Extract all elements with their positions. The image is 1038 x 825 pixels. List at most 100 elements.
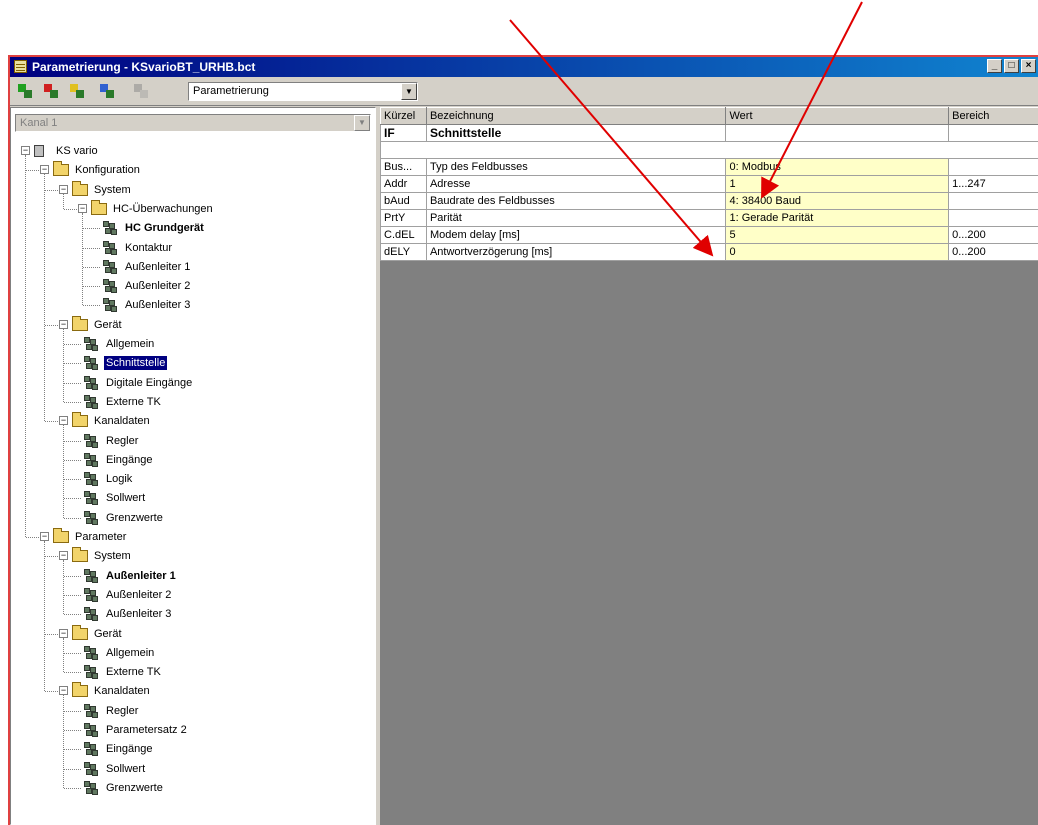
cell-value[interactable]: 5 bbox=[725, 226, 950, 244]
cell-range: 0...200 bbox=[948, 243, 1038, 261]
collapse-toggle-icon[interactable]: − bbox=[40, 165, 49, 175]
mode-dropdown[interactable]: Parametrierung ▼ bbox=[188, 82, 418, 101]
channel-dropdown[interactable]: Kanal 1 ▼ bbox=[15, 114, 371, 132]
tree-folder[interactable]: − Gerät bbox=[11, 624, 375, 643]
tree-item[interactable]: Außenleiter 3 bbox=[11, 605, 375, 623]
tree-item[interactable]: Außenleiter 3 bbox=[11, 296, 375, 314]
collapse-toggle-icon[interactable]: − bbox=[59, 686, 68, 696]
cell-code: Addr bbox=[380, 175, 427, 193]
tree-item[interactable]: Allgemein bbox=[11, 644, 375, 662]
cell-range bbox=[948, 209, 1038, 227]
minimize-button[interactable]: _ bbox=[987, 59, 1002, 73]
column-header-value[interactable]: Wert bbox=[725, 107, 950, 125]
parameter-row[interactable]: C.dEL Modem delay [ms] 5 0...200 bbox=[380, 226, 1038, 244]
title-bar[interactable]: Parametrierung - KSvarioBT_URHB.bct _ □ … bbox=[10, 57, 1038, 77]
tree-item[interactable]: Grenzwerte bbox=[11, 779, 375, 797]
tree-folder[interactable]: − Konfiguration bbox=[11, 161, 375, 179]
maximize-button[interactable]: □ bbox=[1004, 59, 1019, 73]
cell-value[interactable]: 4: 38400 Baud bbox=[725, 192, 950, 210]
collapse-toggle-icon[interactable]: − bbox=[78, 203, 87, 213]
tree-item[interactable]: Grenzwerte bbox=[11, 509, 375, 527]
parameter-row[interactable]: Bus... Typ des Feldbusses 0: Modbus bbox=[380, 158, 1038, 176]
tree-item[interactable]: Außenleiter 1 bbox=[11, 567, 375, 585]
folder-icon bbox=[72, 624, 88, 640]
tree-item[interactable]: Regler bbox=[11, 702, 375, 720]
tree-folder[interactable]: − HC-Überwachungen bbox=[11, 199, 375, 218]
cell-value[interactable]: 0: Modbus bbox=[725, 158, 950, 176]
parameter-node-icon bbox=[84, 645, 100, 660]
tree-item-label: Sollwert bbox=[106, 492, 146, 505]
chevron-down-icon[interactable]: ▼ bbox=[354, 115, 370, 131]
tree-item[interactable]: Außenleiter 1 bbox=[11, 258, 375, 276]
parameter-row[interactable]: dELY Antwortverzögerung [ms] 0 0...200 bbox=[380, 243, 1038, 261]
tree-item[interactable]: Eingänge bbox=[11, 451, 375, 469]
tree-item-label: Parametersatz 2 bbox=[106, 724, 187, 736]
tree-folder[interactable]: − Kanaldaten bbox=[11, 682, 375, 700]
section-name: Schnittstelle bbox=[425, 124, 727, 142]
parameter-grid-pane: Kürzel Bezeichnung Wert Bereich IF Schni… bbox=[380, 107, 1038, 825]
copy-icon[interactable] bbox=[134, 84, 150, 98]
tree-item-label: Kanaldaten bbox=[94, 415, 150, 428]
cell-value[interactable]: 0 bbox=[725, 243, 950, 261]
collapse-toggle-icon[interactable]: − bbox=[59, 551, 68, 561]
tree-item[interactable]: Allgemein bbox=[11, 335, 375, 353]
tree-item-label: Außenleiter 2 bbox=[106, 588, 172, 601]
tree-item[interactable]: Externe TK bbox=[11, 393, 375, 411]
tree-item-label: Außenleiter 2 bbox=[125, 280, 191, 293]
tree-item[interactable]: Sollwert bbox=[11, 760, 375, 778]
tree-item[interactable]: Eingänge bbox=[11, 740, 375, 758]
collapse-toggle-icon[interactable]: − bbox=[59, 628, 68, 638]
tree-item[interactable]: Außenleiter 2 bbox=[11, 586, 375, 604]
tree-connector bbox=[64, 730, 81, 731]
tree-item-label: Regler bbox=[106, 434, 139, 447]
collapse-toggle-icon[interactable]: − bbox=[59, 319, 68, 329]
tree-item[interactable]: Parametersatz 2 bbox=[11, 721, 375, 739]
tree-item[interactable]: Regler bbox=[11, 432, 375, 450]
tree-item-label: Regler bbox=[106, 704, 139, 717]
transfer-icon[interactable] bbox=[100, 84, 116, 98]
cell-value[interactable]: 1: Gerade Parität bbox=[725, 209, 950, 227]
section-row: IF Schnittstelle bbox=[380, 124, 1038, 142]
parameter-row[interactable]: Addr Adresse 1 1...247 bbox=[380, 175, 1038, 193]
tree-folder[interactable]: − Kanaldaten bbox=[11, 412, 375, 430]
cell-name: Adresse bbox=[425, 175, 727, 193]
collapse-toggle-icon[interactable]: − bbox=[21, 146, 30, 155]
tree-connector bbox=[64, 382, 81, 384]
close-button[interactable]: × bbox=[1021, 59, 1036, 73]
column-header-range[interactable]: Bereich bbox=[948, 107, 1038, 125]
tree-item[interactable]: Sollwert bbox=[11, 489, 375, 507]
tree-item[interactable]: Digitale Eingänge bbox=[11, 374, 375, 392]
tree-folder[interactable]: − Parameter bbox=[11, 528, 375, 546]
tree-item-label: Kanaldaten bbox=[94, 685, 150, 698]
collapse-toggle-icon[interactable]: − bbox=[59, 184, 68, 194]
parameter-node-icon bbox=[103, 259, 119, 274]
parameter-row[interactable]: bAud Baudrate des Feldbusses 4: 38400 Baud bbox=[380, 192, 1038, 210]
tree-folder[interactable]: − System bbox=[11, 180, 375, 199]
cell-value[interactable]: 1 bbox=[725, 175, 950, 193]
tree-folder[interactable]: − Gerät bbox=[11, 315, 375, 334]
tree-root[interactable]: − KS vario bbox=[11, 142, 375, 160]
tree-item[interactable]: Kontaktur bbox=[11, 239, 375, 257]
chevron-down-icon[interactable]: ▼ bbox=[401, 83, 417, 100]
parameter-row[interactable]: PrtY Parität 1: Gerade Parität bbox=[380, 209, 1038, 227]
tree-item[interactable]: Externe TK bbox=[11, 663, 375, 681]
tree-item-label: Eingänge bbox=[106, 453, 153, 466]
folder-icon bbox=[72, 315, 88, 331]
column-header-name[interactable]: Bezeichnung bbox=[425, 107, 727, 125]
tree-folder[interactable]: − System bbox=[11, 547, 375, 565]
collapse-toggle-icon[interactable]: − bbox=[59, 416, 68, 426]
column-header-code[interactable]: Kürzel bbox=[380, 107, 427, 125]
device-icon bbox=[34, 145, 44, 157]
tree-connector bbox=[83, 247, 100, 249]
tree-item-label: Logik bbox=[106, 473, 133, 486]
tree-item[interactable]: HC Grundgerät bbox=[11, 219, 375, 237]
yellow-arrow-icon[interactable] bbox=[70, 84, 86, 98]
tree-item[interactable]: Außenleiter 2 bbox=[11, 277, 375, 295]
tree-item[interactable]: Logik bbox=[11, 470, 375, 488]
tree-connector bbox=[83, 228, 100, 230]
green-arrow-icon[interactable] bbox=[18, 84, 34, 98]
red-arrow-icon[interactable] bbox=[44, 84, 60, 98]
tree-connector bbox=[64, 575, 81, 577]
tree-item[interactable]: Schnittstelle bbox=[11, 354, 375, 372]
collapse-toggle-icon[interactable]: − bbox=[40, 532, 49, 541]
